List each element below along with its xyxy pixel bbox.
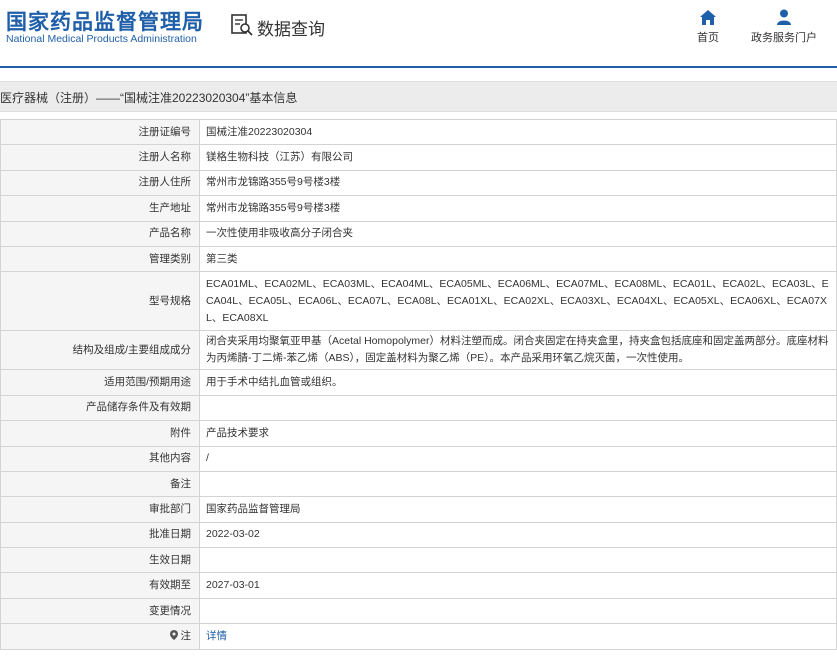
field-value: 镁格生物科技（江苏）有限公司 xyxy=(199,144,837,171)
field-label: 注册人住所 xyxy=(0,169,200,197)
field-label: 产品储存条件及有效期 xyxy=(0,394,200,422)
table-row: 结构及组成/主要组成成分 闭合夹采用均聚氧亚甲基（Acetal Homopolym… xyxy=(0,330,837,371)
table-row: 变更情况 xyxy=(0,597,837,625)
field-label: 审批部门 xyxy=(0,496,200,523)
document-search-icon xyxy=(230,13,257,42)
field-value xyxy=(199,547,837,574)
field-value: 2027-03-01 xyxy=(199,572,837,599)
table-row: 适用范围/预期用途 用于手术中结扎血管或组织。 xyxy=(0,369,837,396)
table-row: 备注 xyxy=(0,470,837,498)
field-value: 用于手术中结扎血管或组织。 xyxy=(199,369,837,396)
field-value: 常州市龙锦路355号9号楼3楼 xyxy=(199,195,837,222)
field-label: 生效日期 xyxy=(0,547,200,574)
field-value: 一次性使用非吸收高分子闭合夹 xyxy=(199,220,837,247)
field-value xyxy=(199,597,837,625)
table-row: 有效期至 2027-03-01 xyxy=(0,572,837,599)
field-label: 管理类别 xyxy=(0,245,200,273)
note-label: 注 xyxy=(180,629,192,642)
page-title: 医疗器械（注册）——“国械注准20223020304”基本信息 xyxy=(0,91,298,105)
table-row: 生效日期 xyxy=(0,547,837,574)
table-row: 生产地址 常州市龙锦路355号9号楼3楼 xyxy=(0,195,837,222)
field-label: 产品名称 xyxy=(0,220,200,247)
field-value: 国家药品监督管理局 xyxy=(199,496,837,523)
field-value: 第三类 xyxy=(199,245,837,273)
field-label: 备注 xyxy=(0,470,200,498)
field-label: 注 xyxy=(0,623,200,650)
nav-service-portal-label: 政务服务门户 xyxy=(751,32,817,44)
field-label: 注册人名称 xyxy=(0,144,200,171)
table-row: 注册证编号 国械注准20223020304 xyxy=(0,118,837,146)
header-divider xyxy=(0,66,837,68)
details-link[interactable]: 详情 xyxy=(206,630,227,642)
table-row: 注册人住所 常州市龙锦路355号9号楼3楼 xyxy=(0,169,837,197)
field-value: 常州市龙锦路355号9号楼3楼 xyxy=(199,169,837,197)
field-label: 型号规格 xyxy=(0,271,200,332)
page-title-bar: 医疗器械（注册）——“国械注准20223020304”基本信息 xyxy=(0,81,837,112)
table-row: 其他内容 / xyxy=(0,445,837,472)
field-value: 产品技术要求 xyxy=(199,420,837,447)
site-header: 国家药品监督管理局 National Medical Products Admi… xyxy=(0,0,837,66)
field-value: 详情 xyxy=(199,623,837,650)
table-row: 管理类别 第三类 xyxy=(0,245,837,273)
field-label: 批准日期 xyxy=(0,521,200,549)
info-table: 注册证编号 国械注准20223020304 注册人名称 镁格生物科技（江苏）有限公司… xyxy=(0,118,837,650)
table-row: 审批部门 国家药品监督管理局 xyxy=(0,496,837,523)
map-pin-icon xyxy=(169,629,181,642)
table-row: 产品储存条件及有效期 xyxy=(0,394,837,422)
field-value: 2022-03-02 xyxy=(199,521,837,549)
field-value xyxy=(199,470,837,498)
data-query-title: 数据查询 xyxy=(230,13,325,42)
data-query-label: 数据查询 xyxy=(257,20,325,39)
table-row: 批准日期 2022-03-02 xyxy=(0,521,837,549)
field-value: ECA01ML、ECA02ML、ECA03ML、ECA04ML、ECA05ML、… xyxy=(199,271,837,332)
user-icon xyxy=(739,8,829,26)
field-value: 国械注准20223020304 xyxy=(199,118,837,146)
field-label: 生产地址 xyxy=(0,195,200,222)
table-row: 型号规格 ECA01ML、ECA02ML、ECA03ML、ECA04ML、ECA0… xyxy=(0,271,837,332)
field-value: 闭合夹采用均聚氧亚甲基（Acetal Homopolymer）材料注塑而成。闭合… xyxy=(199,330,837,371)
table-row: 产品名称 一次性使用非吸收高分子闭合夹 xyxy=(0,220,837,247)
field-label: 变更情况 xyxy=(0,597,200,625)
field-value: / xyxy=(199,445,837,472)
field-label: 结构及组成/主要组成成分 xyxy=(0,330,200,371)
field-label: 附件 xyxy=(0,420,200,447)
nav-service-portal[interactable]: 政务服务门户 xyxy=(739,8,829,45)
site-logo-title[interactable]: 国家药品监督管理局 xyxy=(6,6,204,36)
field-label: 注册证编号 xyxy=(0,118,200,146)
field-label: 有效期至 xyxy=(0,572,200,599)
field-value xyxy=(199,394,837,422)
site-logo-subtitle: National Medical Products Administration xyxy=(6,33,197,45)
field-label: 其他内容 xyxy=(0,445,200,472)
table-row: 注册人名称 镁格生物科技（江苏）有限公司 xyxy=(0,144,837,171)
field-label: 适用范围/预期用途 xyxy=(0,369,200,396)
table-row: 附件 产品技术要求 xyxy=(0,420,837,447)
table-row: 注 详情 xyxy=(0,623,837,650)
